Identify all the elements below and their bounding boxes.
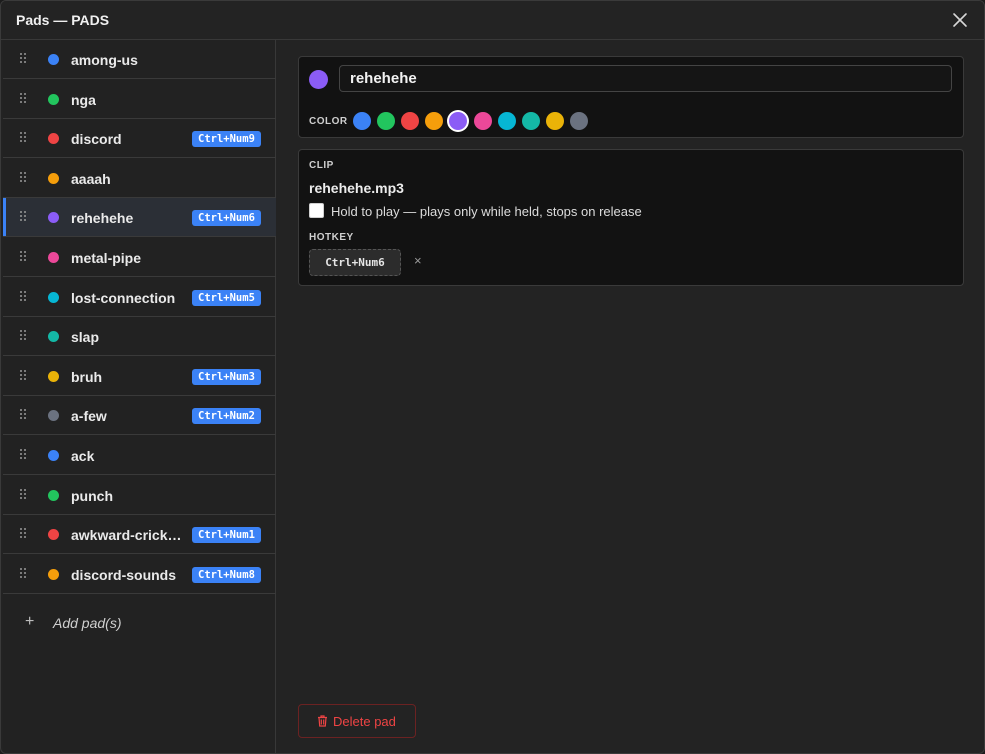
- plus-icon: +: [25, 613, 35, 630]
- color-swatch[interactable]: [401, 112, 420, 130]
- hotkey-capture-button[interactable]: Ctrl+Num6: [309, 249, 401, 276]
- pad-item[interactable]: punch: [3, 476, 276, 515]
- pad-item[interactable]: rehehehe Ctrl+Num6: [3, 198, 276, 237]
- pad-name: a-few: [71, 408, 107, 424]
- delete-pad-button[interactable]: Delete pad: [298, 704, 416, 738]
- pad-color-dot: [48, 252, 59, 263]
- drag-handle-icon[interactable]: [20, 250, 28, 264]
- hotkey-badge: Ctrl+Num2: [192, 408, 261, 424]
- drag-handle-icon[interactable]: [20, 92, 28, 106]
- pad-name: rehehehe: [71, 210, 134, 226]
- color-swatch[interactable]: [521, 112, 540, 130]
- hotkey-badge: Ctrl+Num8: [192, 567, 261, 583]
- pad-item[interactable]: among-us: [3, 40, 276, 79]
- pad-item[interactable]: aaaah: [3, 159, 276, 198]
- pad-color-dot: [48, 490, 59, 501]
- pad-list: discord-sounds Ctrl+Num8 awkward-cricke...…: [3, 40, 276, 753]
- pad-name: discord: [71, 131, 122, 147]
- pad-item[interactable]: bruh Ctrl+Num3: [3, 357, 276, 396]
- drag-handle-icon[interactable]: [20, 210, 28, 224]
- hotkey-badge: Ctrl+Num3: [192, 369, 261, 385]
- color-swatch[interactable]: [425, 112, 444, 130]
- close-button[interactable]: [950, 10, 970, 30]
- pad-color-indicator: [309, 70, 328, 89]
- pad-name: aaaah: [71, 171, 111, 187]
- drag-handle-icon[interactable]: [20, 488, 28, 502]
- drag-handle-icon[interactable]: [20, 408, 28, 422]
- drag-handle-icon[interactable]: [20, 369, 28, 383]
- clip-filename: rehehehe.mp3: [309, 180, 404, 196]
- hold-to-play-label: Hold to play — plays only while held, st…: [331, 204, 642, 219]
- pad-color-dot: [48, 173, 59, 184]
- clip-card: CLIP rehehehe.mp3 Hold to play — plays o…: [298, 149, 964, 286]
- pads-dialog: Pads — PADS discord-sounds Ctrl+Num8 awkwa…: [0, 0, 985, 754]
- pad-name: discord-sounds: [71, 567, 177, 583]
- delete-pad-label: Delete pad: [333, 714, 396, 729]
- color-swatch[interactable]: [497, 112, 516, 130]
- pad-color-dot: [48, 133, 59, 144]
- drag-handle-icon[interactable]: [20, 171, 28, 185]
- pad-name: nga: [71, 92, 96, 108]
- color-swatch[interactable]: [545, 112, 564, 130]
- color-swatch[interactable]: [569, 112, 588, 130]
- drag-handle-icon[interactable]: [20, 290, 28, 304]
- pad-settings-card: COLOR: [298, 56, 964, 138]
- pad-editor: COLOR CLIP rehehehe.mp3 Hold to play — p…: [277, 40, 984, 753]
- color-swatch[interactable]: [377, 112, 396, 130]
- drag-handle-icon[interactable]: [20, 448, 28, 462]
- hotkey-label: HOTKEY: [309, 232, 354, 243]
- pad-name: lost-connection: [71, 290, 176, 306]
- pad-color-dot: [48, 371, 59, 382]
- pad-name-input[interactable]: [339, 65, 952, 92]
- pad-color-dot: [48, 569, 59, 580]
- drag-handle-icon[interactable]: [20, 527, 28, 541]
- drag-handle-icon[interactable]: [20, 52, 28, 66]
- add-pad-label: Add pad(s): [53, 615, 122, 631]
- pad-item[interactable]: awkward-cricke... Ctrl+Num1: [3, 515, 276, 554]
- title-bar: Pads — PADS: [1, 1, 984, 40]
- hotkey-badge: Ctrl+Num1: [192, 527, 261, 543]
- pad-color-dot: [48, 529, 59, 540]
- hotkey-badge: Ctrl+Num9: [192, 131, 261, 147]
- hotkey-badge: Ctrl+Num5: [192, 290, 261, 306]
- drag-handle-icon[interactable]: [20, 131, 28, 145]
- drag-handle-icon[interactable]: [20, 567, 28, 581]
- color-swatch[interactable]: [449, 112, 468, 130]
- pad-color-dot: [48, 94, 59, 105]
- pad-name: slap: [71, 329, 100, 345]
- trash-icon: [318, 715, 327, 727]
- pad-color-dot: [48, 450, 59, 461]
- color-swatch[interactable]: [473, 112, 492, 130]
- pad-name: among-us: [71, 52, 138, 68]
- pad-color-dot: [48, 292, 59, 303]
- window-title: Pads — PADS: [16, 12, 110, 28]
- add-pad-button[interactable]: + Add pad(s): [3, 604, 276, 642]
- pad-item[interactable]: discord Ctrl+Num9: [3, 119, 276, 158]
- pad-name: metal-pipe: [71, 250, 142, 266]
- clear-hotkey-icon[interactable]: ×: [414, 254, 426, 268]
- pad-item[interactable]: metal-pipe: [3, 238, 276, 277]
- hotkey-badge: Ctrl+Num6: [192, 210, 261, 226]
- pad-name: ack: [71, 448, 95, 464]
- pad-color-dot: [48, 54, 59, 65]
- pad-item[interactable]: a-few Ctrl+Num2: [3, 396, 276, 435]
- pad-name: awkward-cricke...: [71, 527, 183, 543]
- pad-color-dot: [48, 212, 59, 223]
- pad-color-dot: [48, 331, 59, 342]
- pad-name: bruh: [71, 369, 103, 385]
- pad-item[interactable]: discord-sounds Ctrl+Num8: [3, 555, 276, 594]
- drag-handle-icon[interactable]: [20, 329, 28, 343]
- color-swatch[interactable]: [353, 112, 371, 130]
- pad-item[interactable]: ack: [3, 436, 276, 475]
- close-icon: [953, 13, 967, 27]
- pad-name: punch: [71, 488, 113, 504]
- hold-to-play-checkbox[interactable]: [309, 203, 324, 218]
- color-label: COLOR: [309, 116, 348, 127]
- pad-item[interactable]: nga: [3, 80, 276, 119]
- pad-item[interactable]: lost-connection Ctrl+Num5: [3, 278, 276, 317]
- pad-color-dot: [48, 410, 59, 421]
- clip-label: CLIP: [309, 160, 334, 171]
- pad-item[interactable]: slap: [3, 317, 276, 356]
